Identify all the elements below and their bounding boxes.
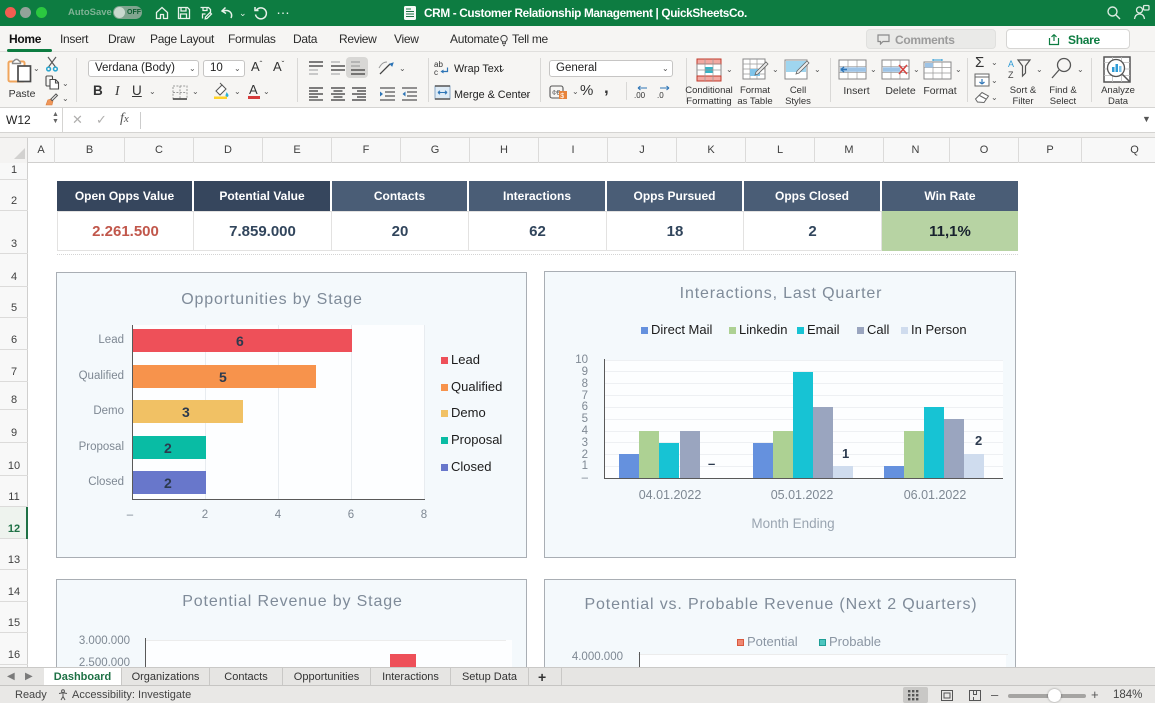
svg-text:c: c [434,68,438,76]
svg-text:$: $ [560,93,564,100]
svg-text:.0: .0 [657,91,664,99]
svg-text:A: A [1008,59,1014,69]
svg-text:Z: Z [1008,70,1014,80]
svg-text:.00: .00 [634,91,646,99]
